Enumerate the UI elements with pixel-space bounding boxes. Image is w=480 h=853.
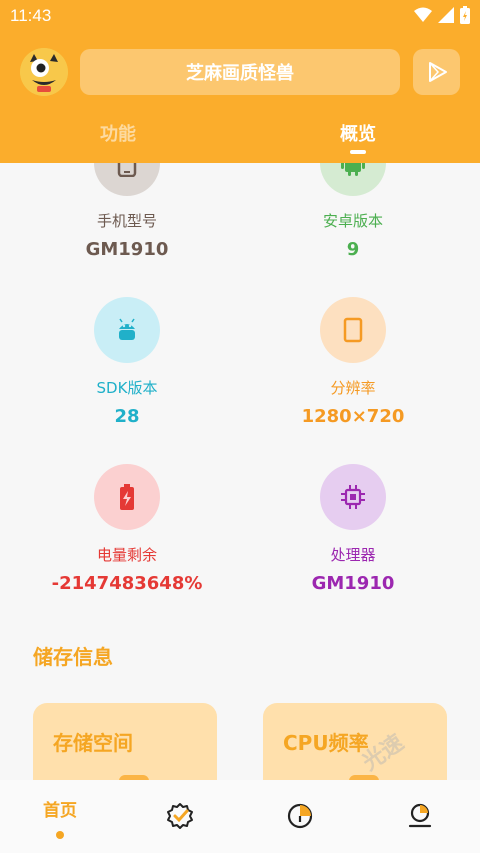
nav-active-dot [56, 831, 64, 839]
info-circle [94, 297, 160, 363]
info-value: -2147483648% [51, 573, 203, 594]
verified-badge-icon [167, 803, 193, 829]
nav-verified[interactable] [120, 780, 240, 853]
info-value: GM1910 [85, 239, 169, 260]
app-header: 11:43 芝麻画质怪兽 功能 概览 [0, 0, 480, 163]
info-phone-model: 手机型号 GM1910 [27, 163, 227, 260]
overview-content[interactable]: 手机型号 GM1910 安卓版本 9 SDK版本 28 分辨率 1280×720… [0, 163, 480, 780]
tab-functions[interactable]: 功能 [100, 120, 136, 146]
nav-stats[interactable] [240, 780, 360, 853]
card-title: 存储空间 [53, 731, 133, 755]
info-circle [320, 464, 386, 530]
info-circle [94, 464, 160, 530]
play-button[interactable] [413, 49, 460, 95]
info-label: 安卓版本 [322, 212, 383, 230]
info-label: 电量剩余 [96, 546, 157, 564]
info-label: 分辨率 [330, 379, 376, 397]
monster-logo-icon [20, 48, 68, 96]
info-processor: 处理器 GM1910 [253, 464, 453, 594]
wifi-icon [414, 7, 432, 22]
screen-icon [343, 317, 363, 343]
profile-icon [408, 803, 432, 828]
info-value: 28 [114, 406, 140, 427]
info-circle [94, 163, 160, 196]
cpu-frequency-card[interactable]: CPU频率 [263, 703, 447, 780]
android-icon [341, 163, 365, 176]
info-label: 手机型号 [96, 212, 157, 230]
avatar[interactable] [20, 48, 68, 96]
nav-home[interactable]: 首页 [0, 780, 120, 853]
info-value: 1280×720 [301, 406, 405, 427]
bottom-nav: 首页 [0, 780, 480, 853]
info-label: SDK版本 [96, 379, 158, 397]
app-title-button[interactable]: 芝麻画质怪兽 [80, 49, 400, 95]
nav-home-label: 首页 [43, 801, 77, 821]
info-sdk-version: SDK版本 28 [27, 297, 227, 427]
status-time: 11:43 [10, 6, 52, 25]
android-head-icon [119, 318, 135, 340]
info-resolution: 分辨率 1280×720 [253, 297, 453, 427]
info-circle [320, 297, 386, 363]
info-label: 处理器 [330, 546, 376, 564]
nav-profile[interactable] [360, 780, 480, 853]
play-icon [428, 62, 447, 82]
battery-status-icon [460, 6, 470, 24]
storage-card[interactable]: 存储空间 [33, 703, 217, 780]
signal-icon [438, 7, 454, 23]
info-value: GM1910 [311, 573, 395, 594]
tab-indicator [350, 150, 366, 154]
info-battery: 电量剩余 -2147483648% [27, 464, 227, 594]
tab-overview[interactable]: 概览 [340, 120, 376, 146]
chip-icon [341, 485, 365, 509]
status-icons [414, 6, 470, 24]
info-android-version: 安卓版本 9 [253, 163, 453, 260]
info-circle [320, 163, 386, 196]
battery-icon [120, 484, 134, 510]
pie-chart-icon [287, 803, 313, 829]
storage-section-title: 储存信息 [33, 645, 113, 669]
phone-icon [117, 163, 137, 177]
info-value: 9 [346, 239, 360, 260]
status-bar: 11:43 [0, 0, 480, 32]
app-title: 芝麻画质怪兽 [186, 63, 294, 84]
